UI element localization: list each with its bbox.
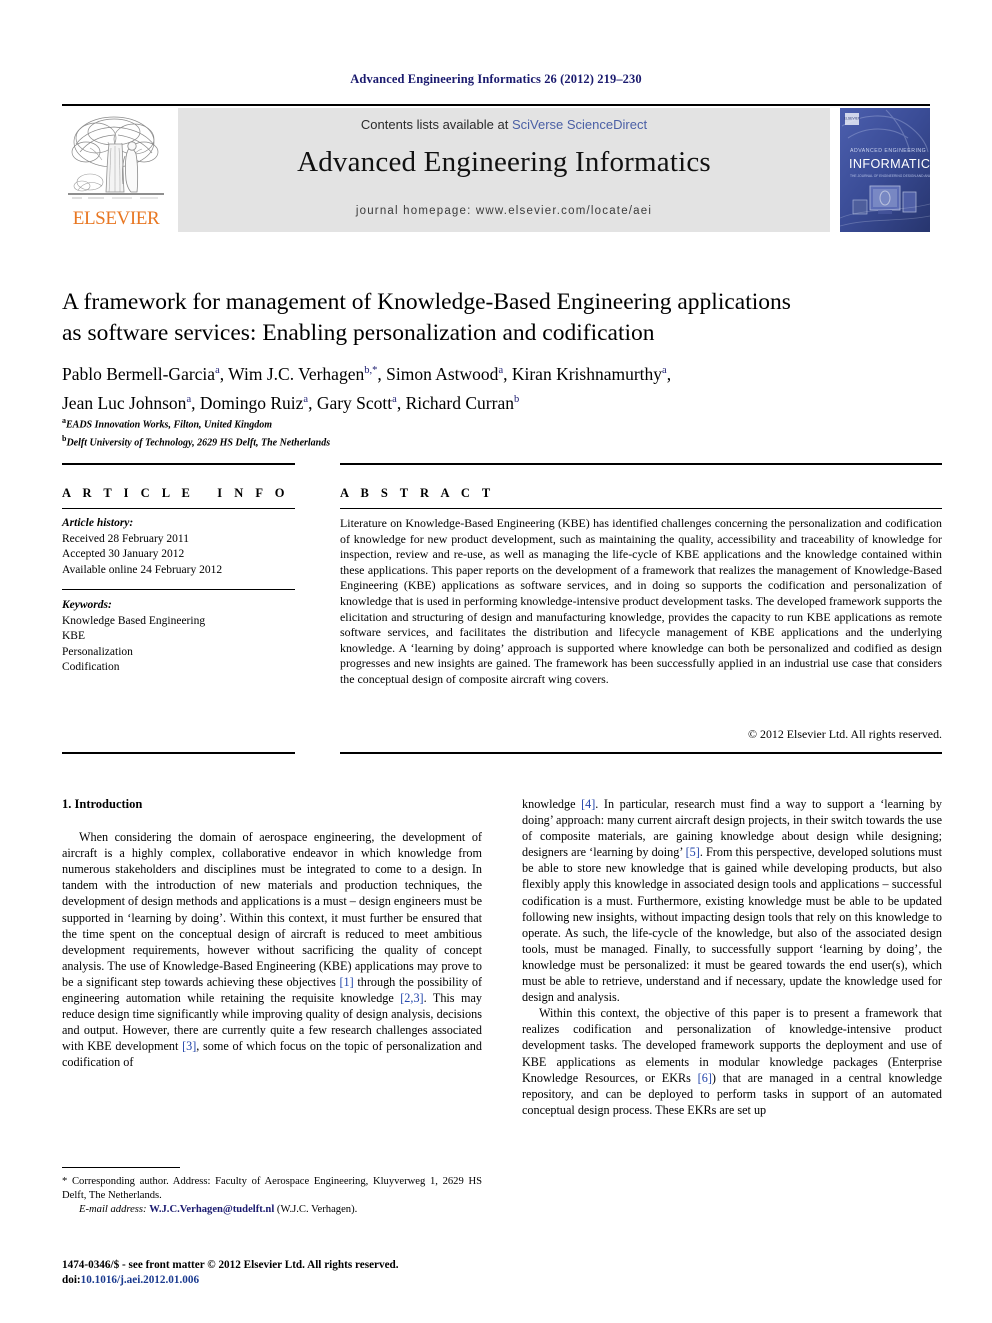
info-heading-rule: [62, 508, 295, 509]
contents-prefix: Contents lists available at: [360, 117, 512, 132]
intro-paragraph-1-continued: knowledge [4]. In particular, research m…: [522, 796, 942, 1005]
email-note: E-mail address: W.J.C.Verhagen@tudelft.n…: [62, 1203, 482, 1217]
paper-title-line-1: A framework for management of Knowledge-…: [62, 289, 791, 315]
svg-text:INFORMATICS: INFORMATICS: [849, 157, 930, 171]
citation-ref-1[interactable]: [1]: [340, 975, 354, 989]
paper-title-line-2: as software services: Enabling personali…: [62, 320, 655, 346]
section-heading-introduction: 1. Introduction: [62, 797, 143, 811]
journal-cover-thumbnail: ELSEVIER ADVANCED ENGINEERING INFORMATIC…: [840, 108, 930, 232]
keyword-item: Personalization: [62, 645, 133, 658]
abstract-heading-rule: [340, 508, 942, 509]
article-info-content: Article history: Received 28 February 20…: [62, 516, 295, 676]
body-column-left: 1. Introduction When considering the dom…: [62, 796, 482, 1156]
svg-text:ADVANCED ENGINEERING: ADVANCED ENGINEERING: [850, 148, 926, 154]
imprint-block: 1474-0346/$ - see front matter © 2012 El…: [62, 1258, 522, 1288]
email-address-link[interactable]: W.J.C.Verhagen@tudelft.nl: [149, 1204, 274, 1215]
copyright-line: © 2012 Elsevier Ltd. All rights reserved…: [748, 727, 942, 741]
elsevier-tree-icon: [62, 108, 170, 212]
article-available-online: Available online 24 February 2012: [62, 563, 223, 576]
keyword-item: Knowledge Based Engineering: [62, 614, 206, 627]
journal-banner: Contents lists available at SciVerse Sci…: [178, 108, 830, 232]
issn-copyright-line: 1474-0346/$ - see front matter © 2012 El…: [62, 1259, 399, 1271]
corresponding-author-note: * Corresponding author. Address: Faculty…: [62, 1176, 482, 1201]
intro-p1-part-a: When considering the domain of aerospace…: [62, 830, 482, 989]
abstract-text: Literature on Knowledge-Based Engineerin…: [340, 516, 942, 686]
email-address-label: E-mail address:: [79, 1204, 147, 1215]
running-head: Advanced Engineering Informatics 26 (201…: [350, 72, 642, 86]
author-line-1: Pablo Bermell-Garciaa, Wim J.C. Verhagen…: [62, 363, 672, 384]
intro-paragraph-1: When considering the domain of aerospace…: [62, 829, 482, 1070]
intro-cont-part-a: knowledge: [522, 797, 582, 811]
doi-label: doi:: [62, 1274, 81, 1286]
elsevier-logo-cell: ELSEVIER: [62, 108, 170, 232]
journal-cover-image: ELSEVIER ADVANCED ENGINEERING INFORMATIC…: [840, 108, 930, 232]
doi-line: doi:10.1016/j.aei.2012.01.006: [62, 1273, 522, 1288]
footnote-separator-rule: [62, 1167, 180, 1168]
affiliation-b: bDelft University of Technology, 2629 HS…: [62, 433, 331, 449]
keyword-item: KBE: [62, 630, 85, 642]
affiliation-list: aEADS Innovation Works, Filton, United K…: [62, 414, 942, 450]
citation-ref-3[interactable]: [3]: [182, 1039, 196, 1053]
doi-link[interactable]: 10.1016/j.aei.2012.01.006: [81, 1274, 199, 1286]
intro-cont-part-c: . From this perspective, developed solut…: [522, 845, 942, 1005]
info-block-bottom-rule: [62, 752, 295, 754]
info-block-top-rule: [62, 463, 295, 465]
contents-lists-line: Contents lists available at SciVerse Sci…: [178, 117, 830, 132]
journal-homepage-link[interactable]: journal homepage: www.elsevier.com/locat…: [178, 205, 830, 217]
citation-ref-5[interactable]: [5]: [686, 845, 700, 859]
email-owner: (W.J.C. Verhagen).: [276, 1204, 358, 1215]
footnote-block: * Corresponding author. Address: Faculty…: [62, 1175, 482, 1217]
article-history-label: Article history:: [62, 517, 134, 529]
keyword-item: Codification: [62, 661, 120, 673]
elsevier-wordmark: ELSEVIER: [72, 208, 160, 229]
citation-ref-6[interactable]: [6]: [698, 1071, 712, 1085]
paper-page: Advanced Engineering Informatics 26 (201…: [0, 0, 992, 1323]
article-info-heading: A R T I C L E I N F O: [62, 486, 289, 500]
citation-ref-4[interactable]: [4]: [581, 797, 595, 811]
affiliation-b-text: Delft University of Technology, 2629 HS …: [66, 437, 331, 449]
author-list: Pablo Bermell-Garciaa, Wim J.C. Verhagen…: [62, 358, 942, 416]
keywords-group: Keywords: Knowledge Based Engineering KB…: [62, 598, 295, 676]
body-column-right: knowledge [4]. In particular, research m…: [522, 796, 942, 1200]
paper-title: A framework for management of Knowledge-…: [62, 287, 942, 349]
abstract-block-top-rule: [340, 463, 942, 465]
svg-text:ELSEVIER: ELSEVIER: [844, 116, 861, 120]
journal-title: Advanced Engineering Informatics: [297, 146, 711, 178]
author-line-2: Jean Luc Johnsona, Domingo Ruiza, Gary S…: [62, 392, 520, 413]
affiliation-a: aEADS Innovation Works, Filton, United K…: [62, 416, 273, 431]
abstract-block-bottom-rule: [340, 752, 942, 754]
masthead-top-rule: [62, 104, 930, 106]
keywords-label: Keywords:: [62, 599, 112, 611]
article-received: Received 28 February 2011: [62, 532, 189, 545]
abstract-heading: A B S T R A C T: [340, 486, 495, 500]
citation-ref-2-3[interactable]: [2,3]: [400, 991, 423, 1005]
sciencedirect-link[interactable]: SciVerse ScienceDirect: [512, 117, 647, 132]
affiliation-a-text: EADS Innovation Works, Filton, United Ki…: [66, 419, 273, 431]
intro-paragraph-2: Within this context, the objective of th…: [522, 1005, 942, 1118]
keywords-separator-rule: [62, 589, 295, 590]
article-accepted: Accepted 30 January 2012: [62, 548, 185, 560]
journal-masthead: ELSEVIER Contents lists available at Sci…: [62, 108, 930, 232]
svg-text:THE JOURNAL OF ENGINEERING DES: THE JOURNAL OF ENGINEERING DESIGN AND AN…: [850, 174, 930, 178]
